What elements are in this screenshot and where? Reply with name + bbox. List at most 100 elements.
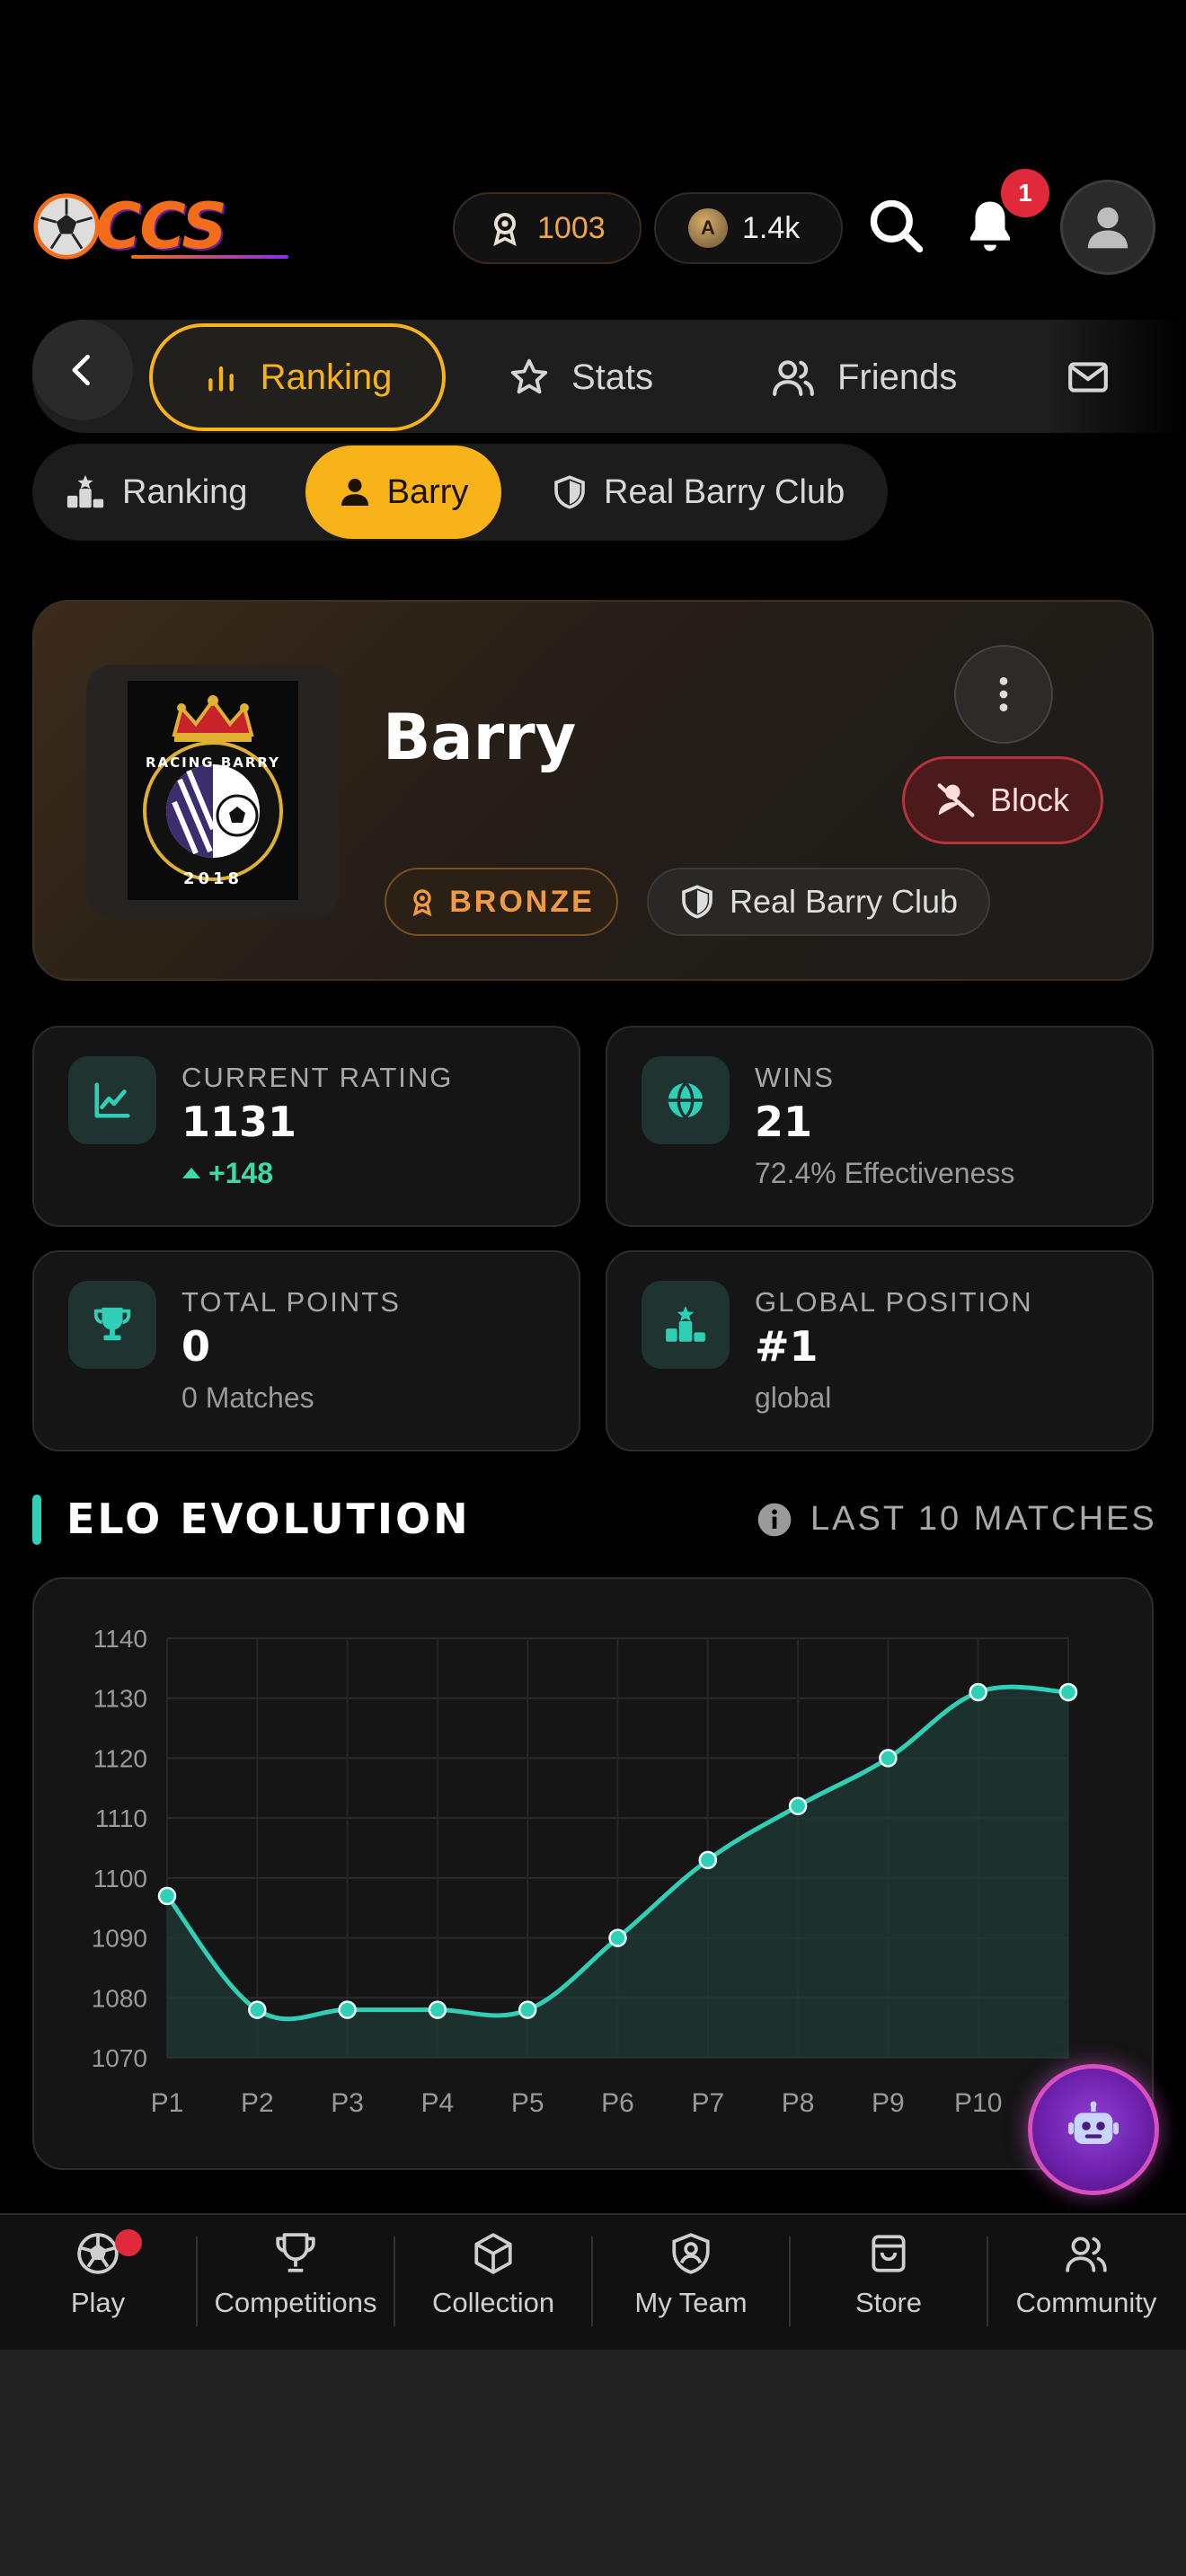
tab-friends[interactable]: Friends	[771, 323, 957, 431]
soccer-ball-logo-icon	[33, 193, 100, 260]
stat-sub: 0 Matches	[181, 1381, 314, 1414]
elo-point	[248, 2000, 267, 2019]
rating-delta: +148	[181, 1157, 273, 1190]
block-user-button[interactable]: Block	[902, 756, 1103, 844]
tab-stats[interactable]: Stats	[509, 323, 653, 431]
tokens-balance[interactable]: A 1.4k	[654, 192, 843, 264]
token-coin-icon: A	[688, 208, 728, 248]
stat-label: WINS	[755, 1062, 835, 1093]
friends-icon	[773, 360, 814, 396]
shield-icon	[554, 475, 585, 509]
x-tick-label: P2	[241, 2088, 274, 2118]
nav-my-team[interactable]: My Team	[593, 2231, 789, 2332]
trophy-icon	[93, 1307, 131, 1341]
coins-balance[interactable]: 1003	[453, 192, 642, 264]
subtab-label: Ranking	[122, 472, 248, 511]
subtab-label: Barry	[386, 472, 469, 511]
x-tick-label: P9	[872, 2088, 905, 2118]
logo-text: CCS	[95, 190, 227, 263]
nav-play[interactable]: Play	[0, 2231, 196, 2332]
elo-point	[1058, 1682, 1078, 1702]
subtab-label: Real Barry Club	[604, 472, 845, 511]
elo-point	[698, 1850, 718, 1870]
info-icon	[757, 1503, 792, 1536]
bar-chart-icon	[208, 366, 234, 392]
trend-chart-icon	[94, 1082, 130, 1118]
tokens-value: 1.4k	[742, 210, 801, 245]
nav-collection[interactable]: Collection	[395, 2231, 591, 2332]
stat-icon-box	[642, 1281, 730, 1369]
y-tick-label: 1070	[92, 2044, 147, 2072]
x-tick-label: P7	[691, 2088, 724, 2118]
tab-messages[interactable]	[1066, 323, 1132, 431]
subtab-barry[interactable]: Barry	[305, 446, 501, 539]
x-tick-label: P8	[782, 2088, 815, 2118]
club-badge[interactable]: Real Barry Club	[647, 868, 990, 936]
x-tick-label: P6	[601, 2088, 634, 2118]
assistant-bot-button[interactable]	[1028, 2064, 1159, 2195]
elo-point	[338, 2000, 357, 2019]
search-icon	[870, 199, 924, 253]
user-avatar-icon	[1087, 207, 1128, 249]
nav-label: Play	[70, 2287, 126, 2318]
profile-name: Barry	[383, 701, 577, 774]
tab-ranking[interactable]: Ranking	[149, 323, 446, 431]
x-tick-label: P1	[151, 2088, 184, 2118]
x-tick-label: P10	[954, 2088, 1002, 2118]
shield-icon	[682, 885, 712, 919]
soccer-ball-icon	[77, 2233, 119, 2274]
stat-label: TOTAL POINTS	[181, 1286, 401, 1318]
coins-value: 1003	[537, 210, 606, 245]
elo-point	[879, 1749, 898, 1768]
tier-badge: BRONZE	[385, 868, 618, 936]
stat-sub: 72.4% Effectiveness	[755, 1157, 1015, 1189]
stat-value: 21	[755, 1098, 813, 1146]
y-tick-label: 1090	[92, 1925, 147, 1953]
user-avatar-button[interactable]	[1060, 180, 1155, 275]
logo-underline	[131, 255, 288, 259]
subtab-ranking[interactable]: Ranking	[65, 444, 247, 541]
elo-point	[518, 2000, 537, 2019]
stat-icon-box	[68, 1281, 156, 1369]
robot-icon	[1068, 2101, 1119, 2144]
elo-meta-text: LAST 10 MATCHES	[810, 1500, 1157, 1538]
notification-count-badge: 1	[1001, 169, 1049, 217]
chevron-left-icon	[72, 354, 90, 386]
stat-value: #1	[755, 1322, 819, 1371]
crest-year-text: 2018	[183, 869, 243, 888]
nav-store[interactable]: Store	[791, 2231, 987, 2332]
subtab-real-barry-club[interactable]: Real Barry Club	[552, 444, 845, 541]
trophy-icon	[276, 2233, 315, 2272]
elo-point	[969, 1682, 987, 1702]
back-button[interactable]	[32, 320, 133, 420]
play-notification-dot	[115, 2229, 142, 2256]
search-button[interactable]	[855, 185, 938, 268]
y-tick-label: 1130	[93, 1685, 147, 1713]
block-label: Block	[989, 781, 1070, 818]
stat-label: CURRENT RATING	[181, 1062, 454, 1093]
elo-point	[608, 1928, 627, 1947]
more-options-button[interactable]	[954, 645, 1053, 744]
nav-label: Collection	[431, 2287, 555, 2318]
nav-competitions[interactable]: Competitions	[198, 2231, 394, 2332]
nav-community[interactable]: Community	[988, 2231, 1184, 2332]
community-icon	[1066, 2236, 1107, 2272]
tab-label: Ranking	[260, 357, 393, 397]
y-tick-label: 1110	[95, 1804, 147, 1832]
app-logo[interactable]: CCS	[32, 187, 288, 266]
y-tick-label: 1120	[93, 1744, 147, 1772]
stat-sub: global	[755, 1381, 832, 1414]
caret-up-icon	[182, 1167, 200, 1178]
more-vertical-icon	[999, 676, 1008, 712]
box-icon	[474, 2233, 512, 2274]
team-shield-icon	[672, 2233, 710, 2274]
elo-section-meta: LAST 10 MATCHES	[757, 1500, 1157, 1539]
mail-icon	[1068, 362, 1108, 393]
x-tick-label: P5	[511, 2088, 544, 2118]
elo-point	[788, 1796, 808, 1816]
y-tick-label: 1140	[93, 1625, 147, 1653]
stat-icon-box	[68, 1056, 156, 1144]
tab-label: Friends	[837, 357, 958, 397]
star-icon	[510, 358, 548, 394]
y-tick-label: 1100	[93, 1865, 147, 1892]
